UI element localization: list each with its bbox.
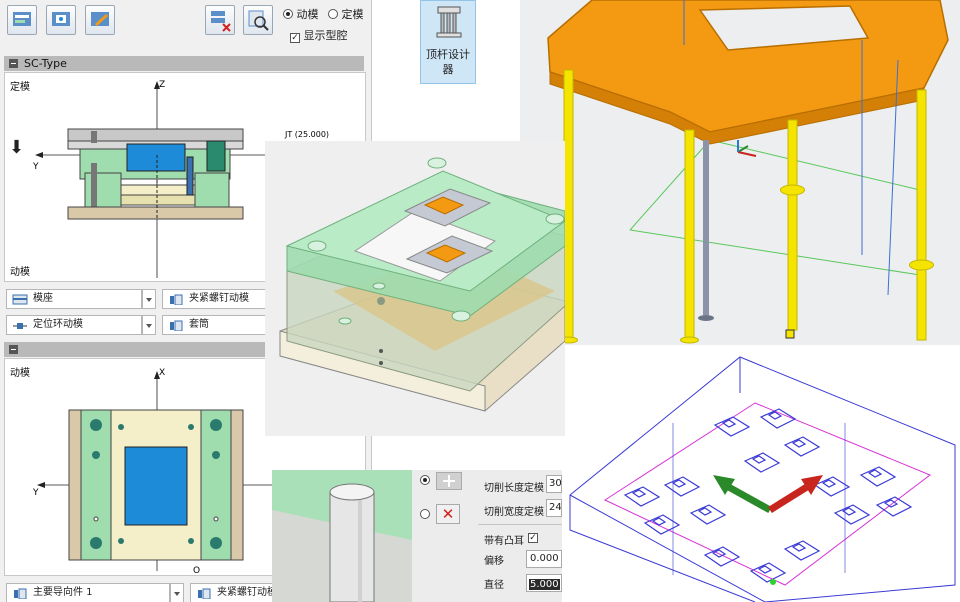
plate-3d-render (547, 0, 949, 344)
clamp-screw-combo-label: 夹紧螺钉动模 (189, 293, 249, 304)
mold-assembly-viewport[interactable] (265, 141, 567, 436)
sleeve-icon (170, 320, 183, 331)
show-cavity-option: ✓ 显示型腔 (290, 27, 348, 43)
side-radio-group: 动模 定模 (283, 6, 364, 22)
dimension-label: JT (25.000) (284, 130, 329, 139)
delete-icon: ✕ (436, 504, 460, 524)
origin-label: O (193, 566, 200, 575)
mold-base-icon (12, 294, 28, 305)
clamp-screw-bottom-combo-label: 夹紧螺钉动模 (217, 587, 274, 598)
remove-components-button[interactable] (205, 5, 235, 35)
mold-base-dropdown[interactable] (142, 289, 156, 309)
cut-length-label: 切削长度定模 (484, 483, 544, 494)
main-guide-dropdown[interactable] (170, 583, 184, 602)
radio-fixed[interactable] (328, 9, 338, 19)
axis-y-label-2: Y (32, 488, 39, 498)
cut-width-input[interactable]: 240 (546, 499, 562, 517)
clamp-screw-bottom-combo[interactable]: 夹紧螺钉动模 (190, 583, 274, 602)
preview-button[interactable] (243, 5, 273, 35)
screw-icon (198, 588, 211, 599)
show-cavity-label: 显示型腔 (303, 29, 348, 42)
axis-z-label: Z (159, 80, 165, 90)
wireframe-render (569, 356, 956, 602)
save-config-button[interactable] (46, 5, 76, 35)
catalog-icon (13, 12, 31, 26)
cavity-layout-viewport[interactable] (565, 345, 960, 602)
locating-ring-dropdown[interactable] (142, 315, 156, 335)
radio-delete[interactable] (420, 509, 430, 519)
cut-width-label: 切削宽度定模 (484, 507, 544, 518)
locating-ring-icon (13, 323, 27, 329)
config-icon (52, 12, 70, 26)
collapse-icon[interactable] (9, 345, 18, 354)
mold-3d-render (279, 157, 567, 412)
sleeve-combo-label: 套筒 (189, 319, 209, 330)
ejector-pin-preview (272, 470, 412, 602)
ejector-designer-label: 顶杆设计器 (426, 48, 470, 76)
axis-y-label-1: Y (32, 162, 39, 172)
main-guide-combo-label: 主要导向件 1 (33, 587, 93, 598)
diameter-input[interactable]: 5.000 (526, 574, 562, 592)
radio-moving[interactable] (283, 9, 293, 19)
open-catalog-button[interactable] (7, 5, 37, 35)
collapse-icon[interactable] (9, 59, 18, 68)
screw-icon (170, 294, 183, 305)
ejector-parameters-panel: ✕ 切削长度定模 300 切削宽度定模 240 带有凸耳 ✓ 偏移 0.000 … (272, 470, 562, 602)
ejector-plate-viewport[interactable] (520, 0, 960, 345)
cut-length-input[interactable]: 300 (546, 475, 562, 493)
guide-pin-icon (14, 588, 27, 599)
edit-icon (91, 12, 109, 26)
clamp-screw-combo[interactable]: 夹紧螺钉动模 (162, 289, 272, 309)
locating-ring-combo-label: 定位环动模 (33, 319, 83, 330)
sleeve-combo[interactable]: 套筒 (162, 315, 272, 335)
edit-config-button[interactable] (85, 5, 115, 35)
has-ear-label: 带有凸耳 (484, 536, 524, 547)
radio-fixed-label: 定模 (341, 8, 364, 21)
mold-base-combo-label: 模座 (33, 293, 53, 304)
section-sc-type-title: SC-Type (24, 57, 67, 70)
radio-add[interactable] (420, 475, 430, 485)
offset-label: 偏移 (484, 556, 504, 567)
locating-ring-combo[interactable]: 定位环动模 (6, 315, 142, 335)
add-icon (436, 472, 462, 490)
divider (478, 524, 562, 525)
add-option (420, 472, 462, 490)
diameter-label: 直径 (484, 580, 504, 591)
section-sc-type-header[interactable]: SC-Type (4, 56, 364, 71)
arrow-down-icon: ⬇ (9, 137, 25, 158)
diameter-value: 5.000 (529, 579, 560, 590)
delete-option: ✕ (420, 504, 460, 524)
offset-input[interactable]: 0.000 (526, 550, 562, 568)
ejector-designer-button[interactable]: 顶杆设计器 (420, 0, 476, 84)
ejector-pin-icon (436, 6, 462, 38)
show-cavity-checkbox[interactable]: ✓ (290, 33, 300, 43)
main-guide-combo[interactable]: 主要导向件 1 (6, 583, 170, 602)
remove-icon (211, 11, 231, 32)
axis-x-label: X (159, 368, 165, 378)
magnifier-icon (248, 10, 269, 31)
radio-moving-label: 动模 (296, 8, 319, 21)
mold-base-combo[interactable]: 模座 (6, 289, 142, 309)
has-ear-checkbox[interactable]: ✓ (528, 533, 538, 543)
